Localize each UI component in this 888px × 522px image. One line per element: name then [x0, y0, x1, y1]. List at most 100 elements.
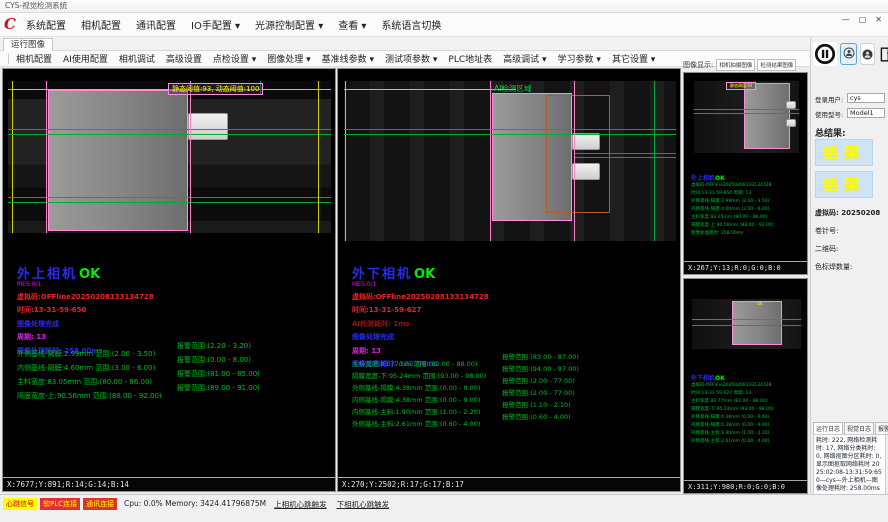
- overlay-ai-rect: [546, 95, 610, 213]
- thumb-line: 主料宽度:83.77mm (82.00 - 88.00): [691, 398, 773, 406]
- overlay-green-hline: [694, 113, 799, 114]
- overlay-green-hline: [8, 129, 331, 130]
- thumb-line: 图像处理耗时: 258.00ms: [691, 230, 773, 238]
- overlay-product-region: [732, 301, 782, 345]
- camera-view-lower[interactable]: AI检测区域 外下相机OK MES:0/1 虚拟码:OFFline2025020…: [337, 68, 681, 492]
- tab-run-image[interactable]: 运行图像: [3, 38, 53, 51]
- login-user-button[interactable]: [840, 43, 857, 65]
- pause-button[interactable]: [813, 42, 837, 66]
- thumbnail-display-label: 图像显示:: [683, 60, 713, 70]
- menu-language-switch[interactable]: 系统语言切换: [381, 17, 441, 32]
- overlay-green-hline: [694, 109, 799, 110]
- thumb-line: 时间:13-31-59-650 周期: 13: [691, 190, 773, 198]
- tool-advanced-settings[interactable]: 高级设置: [166, 52, 202, 65]
- overlay-green-hline: [574, 153, 676, 154]
- camera-title: 外下相机OK: [691, 373, 773, 382]
- thumbnail-image-2[interactable]: OK: [692, 299, 801, 349]
- tool-spot-check[interactable]: 点检设置 ▾: [213, 52, 256, 65]
- user-icon: [843, 47, 855, 61]
- menu-light-config[interactable]: 光源控制配置 ▾: [255, 17, 323, 32]
- thumb-line: 内侧基线-隔膜:4.60mm (3.00 - 6.00): [691, 206, 773, 214]
- measurement-list-upper: 外侧基线-隔膜:2.99mm 范围:(2.00 - 3.50)报警范围:(2.2…: [17, 341, 331, 397]
- close-icon[interactable]: ✕: [875, 15, 882, 24]
- tool-other-settings[interactable]: 其它设置 ▾: [612, 52, 655, 65]
- tab-strip: 运行图像: [0, 37, 888, 51]
- tab-detect-result[interactable]: 检测结果图像: [757, 59, 796, 71]
- overlay-connector: [786, 101, 796, 109]
- tool-advanced-debug[interactable]: 高级调试 ▾: [503, 52, 546, 65]
- tool-camera-debug[interactable]: 相机调试: [119, 52, 155, 65]
- overlay-product-region: [48, 90, 188, 231]
- window-title: CYS-视觉检测系统: [5, 1, 67, 10]
- overlay-green-hline: [8, 134, 331, 135]
- login-user-field[interactable]: cys: [847, 93, 885, 103]
- measurement-row: 隔膜宽度-上:90.56mm 范围:(88.00 - 92.00)报警范围:(8…: [17, 383, 331, 397]
- maximize-icon[interactable]: ▢: [859, 15, 867, 24]
- cursor-status-thumb2: X:311;Y:980;R:0;G:0;B:0: [684, 480, 807, 493]
- minimize-icon[interactable]: —: [842, 15, 850, 24]
- user-dark-icon: [862, 49, 873, 60]
- mes-line: MES:0/1: [352, 281, 489, 288]
- tool-image-processing[interactable]: 图像处理 ▾: [267, 52, 310, 65]
- overlay-green-hline: [574, 157, 676, 158]
- menu-system-config[interactable]: 系统配置: [26, 17, 66, 32]
- ok-status: OK: [414, 267, 435, 282]
- tool-plc-address[interactable]: PLC地址表: [448, 52, 492, 65]
- menu-bar: C 系统配置 相机配置 通讯配置 IO手配置 ▾ 光源控制配置 ▾ 查看 ▾ 系…: [0, 13, 888, 37]
- thumbnail-text-2: 外下相机OK 虚拟码:OFFline20250208133134728 时间:1…: [691, 373, 773, 446]
- camera-image-lower[interactable]: AI检测区域: [344, 81, 676, 241]
- toolbar-separator: [8, 54, 9, 64]
- done-line: 图像处理完成: [17, 319, 154, 329]
- weld-count-label: 色标焊数量:: [815, 262, 852, 272]
- heartbeat-badge: 心跳信号: [3, 498, 37, 510]
- done-line: 图像处理完成: [352, 332, 489, 342]
- overlay-green-hline: [692, 325, 801, 326]
- tab-camera-capture[interactable]: 相机拍摄图像: [716, 59, 755, 71]
- tool-baseline-params[interactable]: 基准线参数 ▾: [322, 52, 374, 65]
- menu-comm-config[interactable]: 通讯配置: [136, 17, 176, 32]
- measurement-row: 内侧基线-隔膜:4.38mm 范围:(0.00 - 9.00)报警范围:(2.0…: [352, 387, 676, 399]
- camera-image-upper[interactable]: 静态阈值:93, 动态阈值:100: [8, 81, 331, 233]
- model-field[interactable]: Model1: [847, 108, 885, 118]
- measurement-row: 主料宽度:83.77mm 范围:(82.00 - 88.00)报警范围:(83.…: [352, 351, 676, 363]
- overlay-green-hline: [344, 129, 676, 130]
- tool-ai-config[interactable]: AI使用配置: [63, 52, 108, 65]
- comm-connect-badge: 通讯连接: [83, 498, 117, 510]
- ai-time-line: AI检测耗时: 1ms: [352, 319, 489, 329]
- plc-connect-badge: 软PLC连接: [40, 498, 80, 510]
- overlay-green-hline: [344, 134, 676, 135]
- camera-title: 外下相机OK: [352, 263, 489, 282]
- cursor-status-thumb1: X:267;Y:13;R:0;G:0;B:0: [684, 261, 807, 274]
- menu-camera-config[interactable]: 相机配置: [81, 17, 121, 32]
- switch-user-button[interactable]: [860, 43, 875, 65]
- thumbnail-view-1[interactable]: 静态阈值:93 外上相机OK 虚拟码:OFFline20250208133134…: [683, 72, 808, 275]
- needle-label: 卷针号:: [815, 226, 838, 236]
- lower-camera-trigger-link[interactable]: 下相机心跳触发: [337, 499, 390, 510]
- logout-door-icon: [879, 47, 888, 62]
- thumb-line: 虚拟码:OFFline20250208133134728: [691, 182, 773, 190]
- tool-test-params[interactable]: 测试项参数 ▾: [385, 52, 437, 65]
- thumbnail-text-1: 外上相机OK 虚拟码:OFFline20250208133134728 时间:1…: [691, 173, 773, 238]
- overlay-connector: [786, 119, 796, 127]
- menu-view[interactable]: 查看 ▾: [338, 17, 366, 32]
- login-user-label: 登录用户:: [815, 94, 843, 104]
- camera-view-upper[interactable]: 静态阈值:93, 动态阈值:100 外上相机OK MES:0/1 虚拟码:OFF…: [2, 68, 336, 492]
- upper-camera-trigger-link[interactable]: 上相机心跳触发: [274, 499, 327, 510]
- overlay-connector: [572, 133, 600, 150]
- thumbnail-image-1[interactable]: 静态阈值:93: [694, 81, 799, 153]
- title-bar: CYS-视觉检测系统: [0, 0, 888, 13]
- thumbnail-view-2[interactable]: OK 外下相机OK 虚拟码:OFFline20250208133134728 时…: [683, 278, 808, 494]
- exit-button[interactable]: [878, 43, 888, 65]
- result-box-lower: 结果: [815, 171, 873, 198]
- overlay-yellow-vline: [345, 81, 346, 241]
- cursor-status-lower: X:270;Y:2502;R:17;G:17;B:17: [338, 477, 680, 491]
- thumb-line: 虚拟码:OFFline20250208133134728: [691, 382, 773, 390]
- window-controls: — ▢ ✕: [842, 15, 882, 24]
- overlay-pink-vline: [190, 81, 191, 233]
- measurement-row: 隔膜宽度-下:95.24mm 范围:(93.00 - 98.00)报警范围:(9…: [352, 363, 676, 375]
- overlay-product-region: [744, 83, 790, 149]
- thumb-line: 隔膜宽度-下:95.24mm (93.00 - 98.00): [691, 406, 773, 414]
- tool-learning-params[interactable]: 学习参数 ▾: [558, 52, 601, 65]
- tool-camera-config[interactable]: 相机配置: [16, 52, 52, 65]
- menu-io-config[interactable]: IO手配置 ▾: [191, 17, 240, 32]
